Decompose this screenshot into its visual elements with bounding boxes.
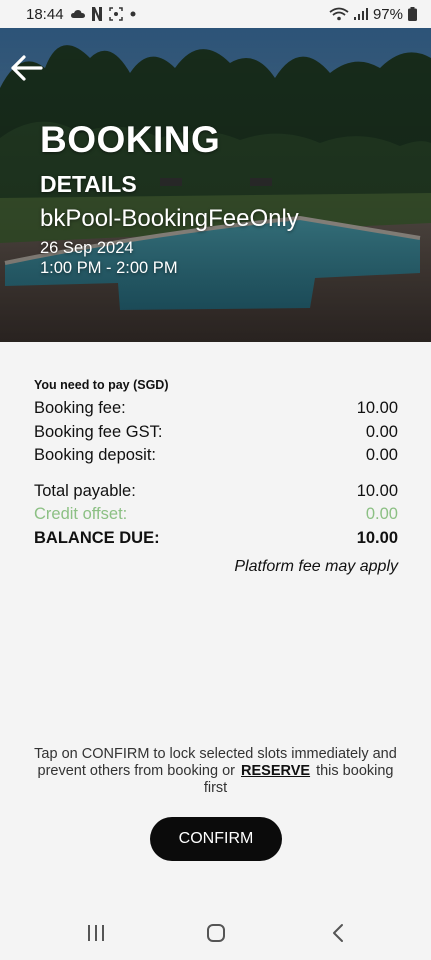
platform-fee-note: Platform fee may apply — [234, 558, 398, 575]
booking-fee-gst-row: Booking fee GST: 0.00 — [34, 421, 398, 445]
status-time: 18:44 — [26, 5, 64, 23]
confirm-instructions: Tap on CONFIRM to lock selected slots im… — [30, 746, 401, 797]
row-label: Booking fee: — [34, 399, 126, 418]
recent-apps-icon — [88, 925, 104, 941]
reserve-link[interactable]: RESERVE — [239, 763, 312, 779]
booking-summary: BOOKING DETAILS bkPool-BookingFeeOnly 26… — [40, 118, 299, 278]
row-label: Credit offset: — [34, 505, 128, 524]
row-value: 0.00 — [365, 505, 398, 524]
status-bar: 18:44 97% — [0, 0, 431, 28]
page-title: BOOKING — [40, 119, 221, 160]
row-label: Booking fee GST: — [34, 422, 163, 441]
balance-due-row: BALANCE DUE: 10.00 — [34, 527, 398, 551]
payment-header: You need to pay (SGD) — [34, 378, 169, 392]
wifi-icon — [329, 7, 349, 21]
booking-deposit-row: Booking deposit: 0.00 — [34, 444, 398, 468]
battery-percent: 97% — [372, 5, 403, 23]
row-value: 0.00 — [365, 422, 398, 441]
row-label: Total payable: — [34, 481, 136, 500]
row-value: 10.00 — [356, 481, 398, 500]
home-button[interactable] — [204, 921, 228, 945]
booking-date: 26 Sep 2024 — [40, 239, 134, 257]
payment-summary: You need to pay (SGD) Booking fee: 10.00… — [34, 378, 398, 576]
confirm-button[interactable]: CONFIRM — [150, 817, 282, 861]
arrow-left-icon — [11, 55, 43, 81]
page-subtitle: DETAILS — [40, 171, 137, 197]
home-icon — [207, 924, 225, 942]
netflix-icon — [91, 7, 102, 21]
row-value: 10.00 — [356, 399, 398, 418]
system-back-button[interactable] — [326, 921, 350, 945]
facility-name: bkPool-BookingFeeOnly — [40, 205, 299, 232]
chevron-left-icon — [333, 924, 343, 942]
system-nav-bar — [0, 905, 431, 960]
credit-offset-row: Credit offset: 0.00 — [34, 503, 398, 527]
row-value: 0.00 — [365, 446, 398, 465]
total-payable-row: Total payable: 10.00 — [34, 480, 398, 504]
signal-icon — [353, 8, 368, 20]
recent-apps-button[interactable] — [84, 921, 108, 945]
hero-banner: BOOKING DETAILS bkPool-BookingFeeOnly 26… — [0, 28, 431, 342]
battery-icon — [408, 7, 417, 21]
row-label: BALANCE DUE: — [34, 528, 160, 547]
screenshot-icon — [108, 7, 123, 21]
row-value: 10.00 — [356, 528, 398, 547]
back-button[interactable] — [8, 50, 44, 86]
booking-fee-row: Booking fee: 10.00 — [34, 397, 398, 421]
cloud-icon — [70, 9, 85, 19]
dot-icon — [130, 11, 136, 17]
row-label: Booking deposit: — [34, 446, 157, 465]
booking-time: 1:00 PM - 2:00 PM — [40, 259, 178, 277]
